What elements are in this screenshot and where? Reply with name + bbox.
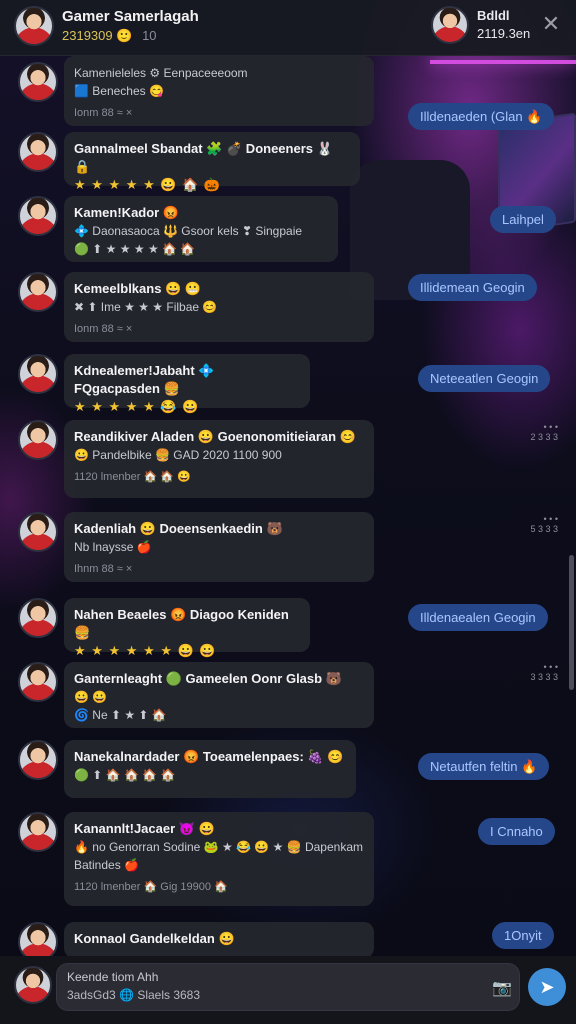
input-line: 3adsGd3 🌐 Slaels 3683 [67, 988, 201, 1002]
message-meta: 1120 lmenber 🏠 Gig 19900 🏠 [74, 881, 228, 893]
message-bubble[interactable]: Konnaol Gandelkeldan 😀 [64, 922, 374, 956]
sender-avatar[interactable] [18, 354, 58, 394]
message-meta: Ihnm 88 ≈ × [74, 563, 133, 575]
reply-chip[interactable]: 1Onyit [492, 922, 554, 949]
message-bubble[interactable]: Reandikiver Aladen 😀 Goenonomitieiaran 😊… [64, 420, 374, 498]
message-line: 😀 😀 [74, 690, 108, 704]
message-input[interactable]: Keende tiom Ahh 3adsGd3 🌐 Slaels 3683 📷 [56, 963, 520, 1011]
peer-avatar[interactable] [431, 6, 469, 44]
sender-avatar[interactable] [18, 812, 58, 852]
sender-name: Ganternleaght 🟢 Gameelen Oonr Glasb 🐻 [74, 671, 342, 686]
message-list[interactable]: Kamenieleles ⚙ Eenpaceeeoom 🟦 Beneches 😋… [0, 56, 576, 956]
message-meta: 1120 lmenber 🏠 🏠 😀 [74, 471, 191, 483]
sender-name: Kdnealemer!Jabaht 💠 FQgacpasden 🍔 [74, 363, 215, 396]
close-icon[interactable]: ✕ [540, 12, 562, 36]
message-bubble[interactable]: Nahen Beaeles 😡 Diagoo Keniden 🍔 ★ ★ ★ ★… [64, 598, 310, 658]
sender-name: Kadenliah 😀 Doeensenkaedin 🐻 [74, 521, 283, 536]
rating-stars: ★ ★ ★ ★ ★ 😀 🏠 🎃 [74, 177, 222, 192]
message-bubble[interactable]: Kanannlt!Jacaer 😈 😀 🔥 no Genorran Sodine… [64, 812, 374, 906]
sender-name: Kemeelblkans 😀 😬 [74, 281, 202, 296]
message-line: 💠 Daonasaoca 🔱 Gsoor kels ❣ Singpaie [74, 224, 303, 238]
composer-bar: Keende tiom Ahh 3adsGd3 🌐 Slaels 3683 📷 … [0, 956, 576, 1024]
sender-avatar[interactable] [18, 922, 58, 956]
sender-name: Kamen!Kador 😡 [74, 205, 180, 220]
message-bubble[interactable]: Kamen!Kador 😡 💠 Daonasaoca 🔱 Gsoor kels … [64, 196, 338, 262]
message-bubble[interactable]: Kemeelblkans 😀 😬 ✖ ⬆ Ime ★ ★ ★ Filbae 😊 … [64, 272, 374, 342]
sender-name: Kanannlt!Jacaer 😈 😀 [74, 821, 215, 836]
rating-stars: ★ ★ ★ ★ ★ ★ 😀 😀 [74, 643, 217, 658]
sender-avatar[interactable] [18, 196, 58, 236]
message-bubble[interactable]: Kamenieleles ⚙ Eenpaceeeoom 🟦 Beneches 😋… [64, 56, 374, 126]
message-bubble[interactable]: Ganternleaght 🟢 Gameelen Oonr Glasb 🐻 😀 … [64, 662, 374, 728]
message-line: 🟦 Beneches 😋 [74, 84, 164, 98]
reply-chip[interactable]: Neteeatlen Geogin [418, 365, 551, 392]
composer-avatar[interactable] [14, 966, 52, 1004]
sender-name: Konnaol Gandelkeldan 😀 [74, 931, 235, 946]
sender-avatar[interactable] [18, 132, 58, 172]
chat-header: Gamer Samerlagah 2319309 🙂 10 Bdldl 2119… [0, 0, 576, 56]
peer-name: Bdldl [477, 8, 510, 23]
sender-name: Nahen Beaeles 😡 Diagoo Keniden 🍔 [74, 607, 289, 640]
rating-stars: ★ ★ ★ ★ ★ 😂 😀 [74, 399, 200, 414]
message-bubble[interactable]: Kadenliah 😀 Doeensenkaedin 🐻 Nb lnaysse … [64, 512, 374, 582]
sender-avatar[interactable] [18, 740, 58, 780]
message-line: 😀 Pandelbike 🍔 GAD 2020 1100 900 [74, 448, 282, 462]
sender-name: Gannalmeel Sbandat 🧩 💣 Doneeners 🐰 🔒 [74, 141, 333, 174]
sender-avatar[interactable] [18, 662, 58, 702]
read-marker: • • • 2 3 3 3 [530, 422, 558, 442]
sender-avatar[interactable] [18, 62, 58, 102]
send-button[interactable]: ➤ [528, 968, 566, 1006]
reply-chip[interactable]: Illdenaealen Geogin [408, 604, 548, 631]
message-line: Batindes 🍎 [74, 858, 139, 872]
message-bubble[interactable]: Nanekalnardader 😡 Toeamelenpaes: 🍇 😊 🟢 ⬆… [64, 740, 356, 798]
sender-avatar[interactable] [18, 272, 58, 312]
message-meta: Ionm 88 ≈ × [74, 323, 133, 335]
subtitle-extra: 10 [142, 28, 157, 43]
camera-icon[interactable]: 📷 [491, 978, 513, 998]
sender-avatar[interactable] [18, 512, 58, 552]
message-line: 🟢 ⬆ 🏠 🏠 🏠 🏠 [74, 768, 176, 782]
message-line: 🌀 Ne ⬆ ★ ⬆ 🏠 [74, 708, 167, 722]
message-line: Nb lnaysse 🍎 [74, 540, 152, 554]
peer-status: 2119.3en [477, 26, 531, 41]
read-marker: • • • 5 3 3 3 [530, 514, 558, 534]
self-avatar[interactable] [14, 6, 54, 46]
reply-chip[interactable]: I Cnnaho [478, 818, 555, 845]
chat-title: Gamer Samerlagah [62, 8, 199, 25]
message-line: Kamenieleles ⚙ Eenpaceeeoom [74, 66, 248, 80]
chat-subtitle: 2319309 🙂 10 [62, 28, 157, 44]
message-bubble[interactable]: Gannalmeel Sbandat 🧩 💣 Doneeners 🐰 🔒 ★ ★… [64, 132, 360, 192]
message-line: 🔥 no Genorran Sodine 🐸 ★ 😂 😀 ★ 🍔 Dapenka… [74, 840, 364, 854]
sender-name: Nanekalnardader 😡 Toeamelenpaes: 🍇 😊 [74, 749, 344, 764]
read-marker: • • • 3 3 3 3 [530, 662, 558, 682]
scrollbar-thumb[interactable] [569, 555, 574, 690]
reply-chip[interactable]: Netautfen feltin 🔥 [418, 753, 550, 780]
sender-avatar[interactable] [18, 420, 58, 460]
reply-chip[interactable]: Illidemean Geogin [408, 274, 537, 301]
subtitle-emoji: 🙂 [116, 28, 133, 43]
message-bubble[interactable]: Kdnealemer!Jabaht 💠 FQgacpasden 🍔 ★ ★ ★ … [64, 354, 310, 414]
chat-subtitle-text: 2319309 [62, 28, 113, 43]
message-line: ✖ ⬆ Ime ★ ★ ★ Filbae 😊 [74, 300, 218, 314]
sender-name: Reandikiver Aladen 😀 Goenonomitieiaran 😊 [74, 429, 356, 444]
input-line: Keende tiom Ahh [67, 970, 159, 984]
message-line: 🟢 ⬆ ★ ★ ★ ★ 🏠 🏠 [74, 242, 196, 256]
sender-avatar[interactable] [18, 598, 58, 638]
message-meta: Ionm 88 ≈ × [74, 107, 133, 119]
reply-chip[interactable]: Illdenaeden (Glan 🔥 [408, 103, 555, 130]
reply-chip[interactable]: Laihpel [490, 206, 556, 233]
